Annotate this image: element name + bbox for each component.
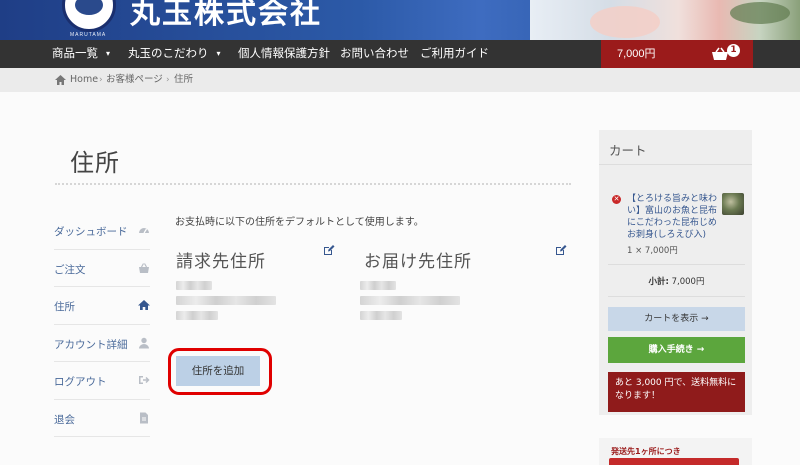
breadcrumb-current: 住所 — [174, 74, 194, 85]
nav-item-guide[interactable]: ご利用ガイド — [420, 40, 489, 68]
account-nav-label: 退会 — [54, 413, 75, 426]
account-nav-orders[interactable]: ご注文 — [54, 250, 150, 287]
cart-item-name[interactable]: 【とろける旨みと味わい】富山のお魚と昆布にこだわった昆布じめお刺身(しろえび入) — [627, 193, 719, 241]
cart-divider — [608, 264, 745, 265]
account-nav-dashboard[interactable]: ダッシュボード — [54, 212, 150, 250]
file-icon — [140, 412, 148, 423]
account-nav-label: 住所 — [54, 301, 75, 313]
nav-item-commitment[interactable]: 丸玉のこだわり ▾ — [128, 40, 221, 68]
cart-divider — [608, 296, 745, 297]
account-nav-withdraw[interactable]: 退会 — [54, 400, 150, 437]
cart-amount: 7,000円 — [617, 48, 656, 60]
chevron-down-icon: ▾ — [106, 49, 111, 58]
home-icon — [138, 300, 150, 310]
page-title: 住所 — [70, 149, 120, 177]
breadcrumb-separator: › — [166, 75, 170, 85]
free-shipping-notice: あと 3,000 円で、送料無料になります！ — [608, 372, 745, 412]
home-icon — [55, 75, 66, 85]
billing-address-line — [176, 281, 212, 290]
account-nav-logout[interactable]: ログアウト — [54, 362, 150, 400]
breadcrumb-separator: › — [99, 75, 103, 85]
subtotal-value: 7,000円 — [671, 277, 705, 287]
account-nav-label: ダッシュボード — [54, 226, 128, 238]
subtotal-label: 小計: — [648, 277, 669, 287]
checkout-button[interactable]: 購入手続き → — [608, 337, 745, 363]
account-nav-label: アカウント詳細 — [54, 338, 128, 351]
nav-label: 丸玉のこだわり — [128, 48, 209, 60]
cart-widget-title: カート — [609, 143, 647, 158]
logo-subtitle: MARUTAMA — [70, 32, 107, 38]
nav-item-privacy[interactable]: 個人情報保護方針 — [238, 40, 330, 68]
logo-text[interactable]: 丸玉株式会社 — [130, 0, 322, 34]
user-icon — [139, 337, 149, 348]
header-banner: MARUTAMA 丸玉株式会社 — [0, 0, 800, 40]
promo-banner[interactable]: 発送先1ヶ所につき — [599, 438, 752, 465]
account-navigation: ダッシュボード ご注文 住所 アカウント詳細 ログアウト 退会 — [54, 212, 150, 437]
shipping-address-line — [360, 281, 396, 290]
chevron-down-icon: ▾ — [216, 49, 221, 58]
edit-icon[interactable] — [323, 244, 335, 256]
shipping-address-title: お届け先住所 — [364, 252, 472, 272]
shipping-address-line — [360, 296, 460, 305]
account-nav-label: ご注文 — [54, 263, 86, 276]
edit-icon[interactable] — [555, 244, 567, 256]
cart-item-thumbnail[interactable] — [722, 193, 744, 215]
sign-out-icon — [139, 376, 150, 384]
addresses-intro: お支払時に以下の住所をデフォルトとして使用します。 — [175, 217, 424, 228]
add-address-button[interactable]: 住所を追加 — [176, 356, 260, 386]
title-divider — [55, 183, 571, 185]
breadcrumb-my-account[interactable]: お客様ページ — [106, 68, 163, 92]
basket-icon — [139, 262, 149, 273]
billing-address-line — [176, 311, 218, 320]
promo-text: 発送先1ヶ所につき — [611, 447, 681, 456]
account-nav-label: ログアウト — [54, 376, 107, 388]
breadcrumb-home[interactable]: Home — [70, 68, 98, 92]
nav-item-products[interactable]: 商品一覧 ▾ — [52, 40, 110, 68]
account-nav-account-details[interactable]: アカウント詳細 — [54, 325, 150, 362]
cart-item-quantity: 1 × 7,000円 — [627, 246, 678, 256]
nav-item-contact[interactable]: お問い合わせ — [340, 40, 409, 68]
cart-subtotal: 小計: 7,000円 — [608, 275, 745, 287]
promo-graphic — [609, 458, 739, 465]
billing-address-title: 請求先住所 — [176, 252, 266, 272]
breadcrumb: Home › お客様ページ › 住所 — [0, 68, 800, 92]
header-cart-button[interactable]: 7,000円 1 — [601, 40, 753, 68]
nav-label: 商品一覧 — [52, 48, 98, 60]
logo-icon[interactable] — [62, 0, 116, 32]
dashboard-icon — [139, 228, 149, 234]
billing-address-line — [176, 296, 276, 305]
remove-item-icon[interactable]: ✕ — [612, 195, 621, 204]
sashimi-photo — [530, 0, 800, 40]
account-nav-addresses[interactable]: 住所 — [54, 287, 150, 325]
cart-widget-divider — [599, 164, 752, 165]
view-cart-button[interactable]: カートを表示 → — [608, 307, 745, 331]
shipping-address-line — [360, 311, 402, 320]
cart-count-badge: 1 — [727, 44, 740, 57]
